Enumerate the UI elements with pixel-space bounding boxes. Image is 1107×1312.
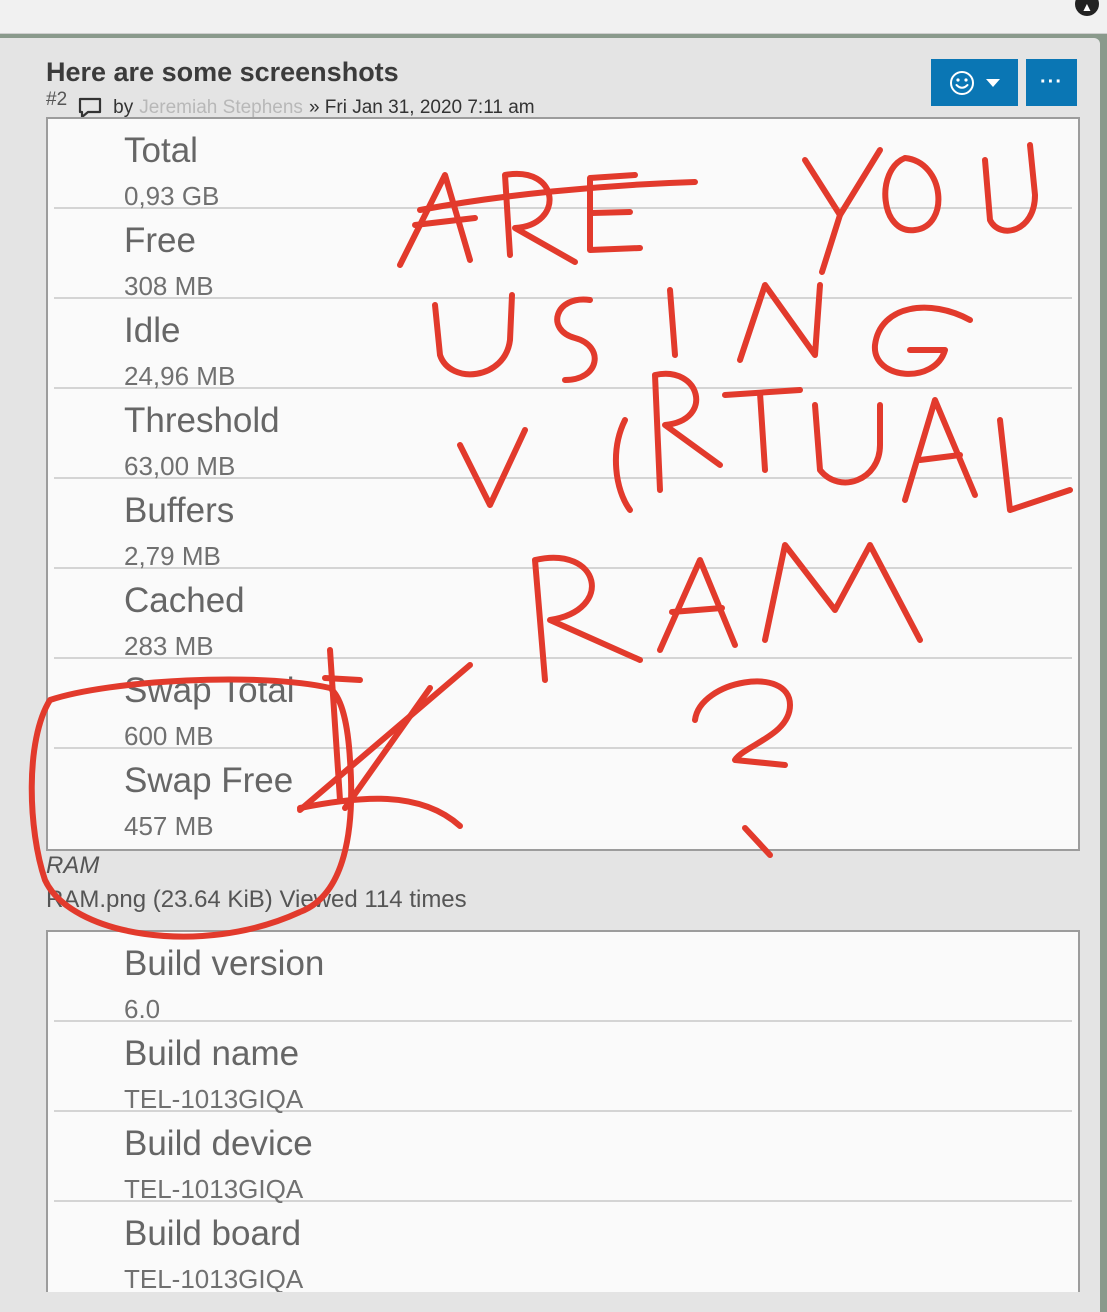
post-title: Here are some screenshots (46, 57, 399, 87)
row-label: Threshold (124, 401, 280, 440)
list-item: Swap Total 600 MB (54, 659, 1072, 751)
row-label: Idle (124, 311, 181, 350)
list-item: Swap Free 457 MB (54, 749, 1072, 841)
row-label: Swap Total (124, 671, 295, 710)
ram-screenshot[interactable]: Total 0,93 GB Free 308 MB Idle 24,96 MB … (46, 117, 1080, 851)
attachment-info: RAM.png (23.64 KiB) Viewed 114 times (46, 886, 467, 913)
row-value: 283 MB (124, 631, 214, 661)
row-value: 6.0 (124, 994, 161, 1024)
row-label: Build version (124, 944, 325, 983)
by-label: by (113, 97, 134, 118)
build-screenshot[interactable]: Build version 6.0 Build name TEL-1013GIQ… (46, 930, 1080, 1292)
row-value: TEL-1013GIQA (124, 1264, 304, 1292)
row-label: Build name (124, 1034, 300, 1073)
reaction-button[interactable] (931, 59, 1018, 106)
more-options-button[interactable]: ··· (1026, 59, 1077, 106)
row-value: 63,00 MB (124, 451, 236, 481)
post-number[interactable]: #2 (46, 89, 67, 111)
post-date: » Fri Jan 31, 2020 7:11 am (308, 97, 535, 118)
list-item: Build device TEL-1013GIQA (54, 1112, 1072, 1204)
row-value: TEL-1013GIQA (124, 1174, 304, 1204)
caret-down-icon (985, 78, 1000, 87)
row-value: 24,96 MB (124, 361, 236, 391)
row-value: 0,93 GB (124, 181, 220, 211)
row-label: Build device (124, 1124, 313, 1163)
list-item: Threshold 63,00 MB (54, 389, 1072, 481)
list-item: Idle 24,96 MB (54, 299, 1072, 391)
row-label: Swap Free (124, 761, 294, 800)
author-link[interactable]: Jeremiah Stephens (139, 97, 303, 119)
list-item: Buffers 2,79 MB (54, 479, 1072, 571)
attachment-caption: RAM (46, 852, 100, 879)
list-item: Build board TEL-1013GIQA (54, 1202, 1072, 1292)
list-item: Build name TEL-1013GIQA (54, 1022, 1072, 1114)
row-label: Buffers (124, 491, 235, 530)
smiley-icon (949, 70, 974, 95)
list-item: Build version 6.0 (54, 932, 1072, 1024)
row-label: Cached (124, 581, 245, 620)
list-item: Free 308 MB (54, 209, 1072, 301)
row-label: Free (124, 221, 196, 260)
row-value: TEL-1013GIQA (124, 1084, 304, 1114)
list-item: Cached 283 MB (54, 569, 1072, 661)
row-value: 2,79 MB (124, 541, 221, 571)
scroll-up-icon[interactable]: ▲ (1075, 0, 1099, 16)
top-bar: ▲ (0, 0, 1107, 34)
list-item: Total 0,93 GB (54, 119, 1072, 211)
row-value: 457 MB (124, 811, 214, 841)
row-value: 600 MB (124, 721, 214, 751)
row-label: Total (124, 131, 198, 170)
row-value: 308 MB (124, 271, 214, 301)
row-label: Build board (124, 1214, 302, 1253)
